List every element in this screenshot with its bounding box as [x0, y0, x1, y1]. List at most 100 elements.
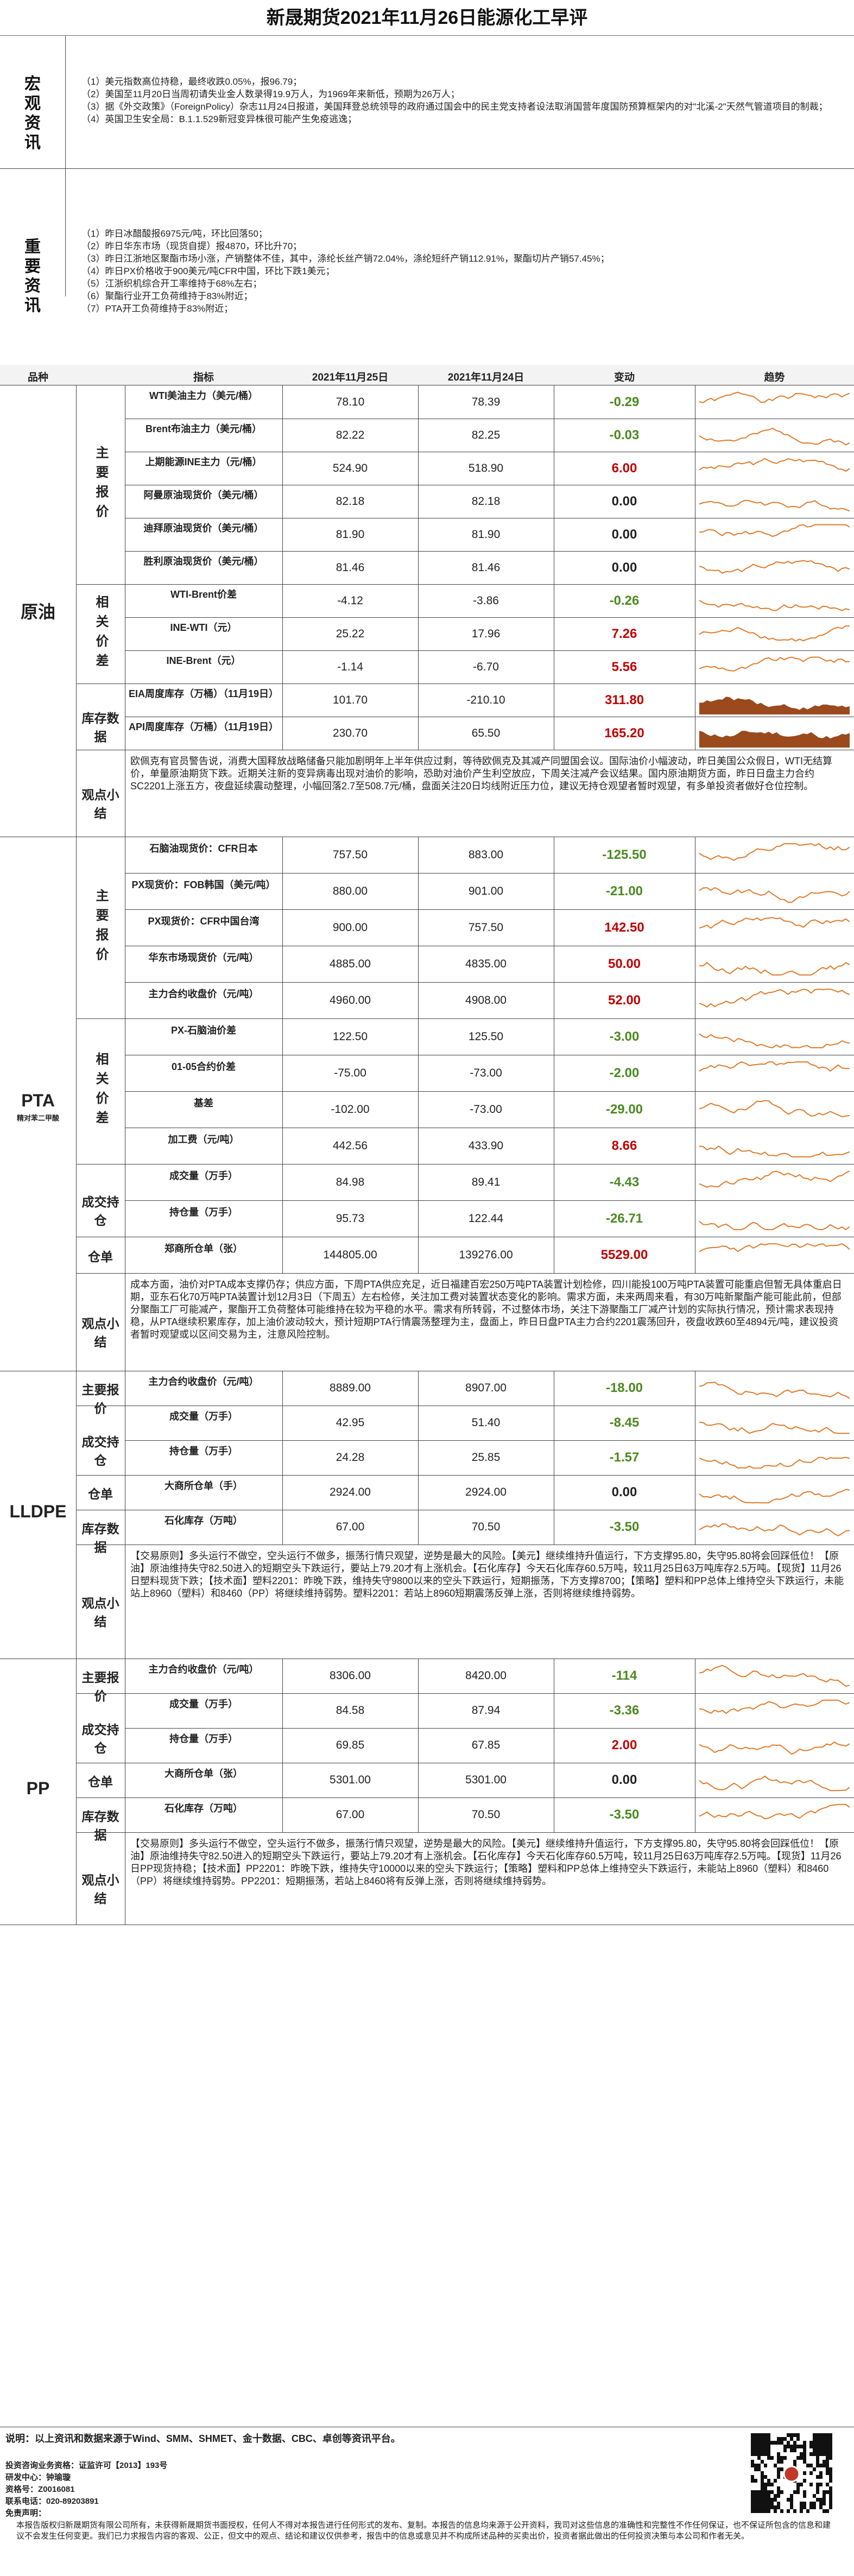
grid-line: [125, 1018, 854, 1019]
crude-value-today: -4.12: [337, 594, 363, 607]
grid-line: [125, 1200, 854, 1201]
crude-value-today: 524.90: [332, 461, 368, 474]
grid-line: [125, 617, 854, 618]
pta-value-today: 144805.00: [323, 1248, 377, 1261]
crude-indicator-name: 迪拜原油现货价（美元/桶）: [143, 522, 264, 534]
important-news-item: （2）昨日华东市场（现货自提）报4870，环比升70；: [81, 241, 302, 251]
crude-indicator-name: API周度库存（万桶）（11月19日）: [128, 721, 279, 732]
crude-change-value: -0.29: [609, 394, 640, 409]
grid-line: [418, 1371, 419, 1545]
crude-value-prev: 78.39: [471, 395, 501, 408]
pp-indicator-name: 持仓量（万手）: [169, 1733, 238, 1744]
lldpe-group-wh_label: 仓单: [88, 1487, 113, 1501]
pp-change-value: 0.00: [611, 1773, 637, 1787]
table-header: 品种 指标 2021年11月25日 2021年11月24日 变动 趋势: [0, 365, 854, 385]
crude-value-today: 81.46: [336, 561, 365, 574]
pta-change-value: 50.00: [608, 956, 641, 971]
license-text: 投资咨询业务资格：证监许可【2013】193号: [5, 2461, 168, 2470]
trend-sparkline: [699, 1061, 850, 1072]
crude-value-today: 82.18: [336, 495, 365, 508]
trend-sparkline: [699, 1803, 850, 1820]
crude-change-value: 5.56: [611, 659, 637, 674]
crude-group-main_label: 主要报价: [93, 446, 108, 524]
grid-line: [125, 873, 854, 874]
trend-sparkline: [699, 1664, 850, 1687]
crude-change-value: 0.00: [611, 560, 637, 575]
trend-sparkline: [699, 560, 850, 574]
grid-line: [418, 385, 419, 750]
pta-value-today: 4885.00: [330, 957, 371, 970]
pta-change-value: -29.00: [605, 1102, 643, 1117]
important-news-list: （1）昨日冰醋酸报6975元/吨，环比回落50； （2）昨日华东市场（现货自提）报…: [81, 228, 831, 315]
pp-summary-label: 观点小结: [81, 1873, 119, 1906]
pta-change-value: 52.00: [608, 992, 641, 1008]
lldpe-value-prev: 51.40: [471, 1416, 501, 1429]
pp-indicator-name: 石化库存（万吨）: [165, 1803, 243, 1814]
trend-sparkline: [699, 1145, 850, 1157]
trend-sparkline: [699, 1741, 850, 1755]
pta-value-today: 757.50: [332, 848, 368, 861]
pta-group-vol_label: 成交持仓: [81, 1195, 119, 1227]
pta-value-prev: 883.00: [468, 848, 504, 861]
trend-sparkline: [699, 843, 850, 861]
crude-value-prev: 17.96: [471, 627, 501, 640]
pta-value-prev: 433.90: [468, 1139, 504, 1152]
lldpe-summary-label: 观点小结: [81, 1596, 119, 1629]
pp-change-value: -3.50: [609, 1807, 640, 1822]
pp-value-prev: 70.50: [471, 1808, 501, 1821]
crude-value-prev: 81.90: [471, 528, 501, 541]
trend-sparkline: [699, 961, 850, 976]
pta-indicator-name: 成交量（万手）: [169, 1170, 238, 1181]
crude-change-value: 165.20: [604, 725, 644, 740]
lldpe-indicator-name: 石化库存（万吨）: [165, 1515, 243, 1526]
pta-indicator-name: 主力合约收盘价（元/吨）: [148, 988, 259, 999]
crude-change-value: 7.26: [611, 626, 637, 641]
pta-category-label: PTA: [21, 1091, 55, 1110]
grid-line: [125, 982, 854, 983]
pp-value-today: 5301.00: [330, 1774, 371, 1786]
lldpe-value-today: 8889.00: [330, 1382, 371, 1394]
pta-value-prev: 901.00: [468, 884, 504, 897]
grid-line: [125, 1832, 854, 1833]
lldpe-value-today: 42.95: [336, 1416, 365, 1429]
pta-value-today: -75.00: [334, 1066, 366, 1079]
grid-line: [125, 551, 854, 552]
crude-summary-text: 欧佩克有官员警告说，消费大国释放战略储备只能加剧明年上半年供应过剩，等待欧佩克及…: [130, 756, 832, 792]
trend-sparkline: [699, 1489, 850, 1504]
pp-group-wh_label: 仓单: [88, 1775, 113, 1789]
pta-value-prev: 122.44: [468, 1212, 504, 1225]
pta-change-value: -125.50: [602, 847, 647, 862]
trend-sparkline: [699, 1775, 850, 1792]
grid-line: [125, 1797, 854, 1798]
pta-indicator-name: 持仓量（万手）: [169, 1206, 238, 1218]
grid-line: [125, 683, 854, 684]
crude-indicator-name: WTI-Brent价差: [170, 588, 237, 600]
crude-value-prev: 82.18: [471, 495, 501, 508]
lldpe-change-value: -18.00: [605, 1381, 643, 1395]
crude-value-prev: 82.25: [471, 428, 501, 441]
phone-text: 联系电话：020-89203891: [5, 2497, 99, 2506]
pp-indicator-name: 主力合约收盘价（元/吨）: [148, 1664, 259, 1675]
trend-sparkline: [699, 427, 850, 446]
crude-value-today: 78.10: [336, 395, 365, 408]
disclaimer-text: 本报告版权归新晟期货有限公司所有，未获得新晟期货书面授权，任何人不得对本报告进行…: [16, 2521, 831, 2541]
col-date1: 2021年11月25日: [312, 372, 389, 383]
crude-group-rel_label: 相关价差: [93, 594, 108, 673]
pta-value-today: 900.00: [332, 921, 368, 934]
source-note: 说明：以上资讯和数据来源于Wind、SMM、SHMET、金十数据、CBC、卓创等…: [5, 2433, 401, 2444]
crude-value-prev: 518.90: [468, 461, 504, 474]
pta-value-today: 4960.00: [330, 993, 371, 1007]
important-news-item: （7）PTA开工负荷维持于83%附近；: [81, 303, 233, 314]
grid-line: [125, 1475, 854, 1476]
pta-change-value: 8.66: [611, 1138, 637, 1153]
crude-change-value: -0.03: [609, 427, 640, 442]
grid-line: [125, 1693, 854, 1694]
crude-change-value: 311.80: [604, 692, 644, 707]
pp-value-today: 8306.00: [330, 1669, 371, 1682]
lldpe-indicator-name: 成交量（万手）: [169, 1411, 238, 1422]
crude-value-today: -1.14: [337, 660, 363, 673]
col-indicator: 指标: [193, 372, 214, 383]
pta-category-sub: 精对苯二甲酸: [16, 1114, 59, 1122]
pta-indicator-name: 01-05合约价差: [171, 1061, 236, 1072]
lldpe-group-main_label: 主要报价: [81, 1383, 119, 1415]
